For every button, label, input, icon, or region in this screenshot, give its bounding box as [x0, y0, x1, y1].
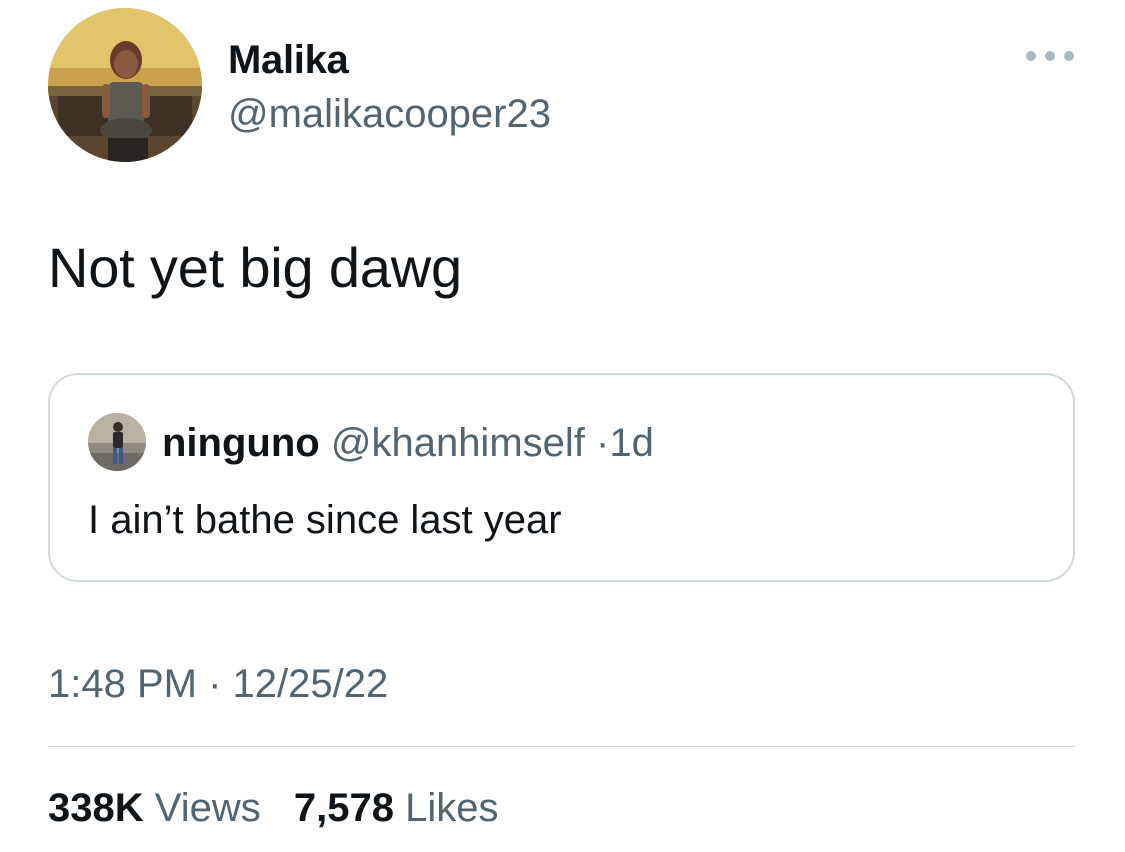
author-avatar-image — [48, 8, 202, 162]
more-horizontal-icon-dot — [1064, 51, 1074, 61]
tweet-text: Not yet big dawg — [48, 236, 462, 299]
views-label: Views — [154, 786, 261, 830]
tweet-time: 1:48 PM — [48, 662, 197, 706]
quoted-tweet-card[interactable]: ninguno @khanhimself ·1d I ain’t bathe s… — [48, 373, 1075, 582]
likes-label[interactable]: Likes — [405, 786, 498, 830]
quoted-tweet-text: I ain’t bathe since last year — [88, 498, 562, 542]
likes-count[interactable]: 7,578 — [294, 786, 394, 830]
quoted-tweet-header: ninguno @khanhimself ·1d — [162, 421, 654, 465]
divider — [48, 746, 1075, 747]
quoted-author-handle[interactable]: @khanhimself — [331, 421, 585, 465]
more-horizontal-icon-dot — [1045, 51, 1055, 61]
views-count: 338K — [48, 786, 144, 830]
author-avatar[interactable] — [48, 8, 202, 162]
author-handle[interactable]: @malikacooper23 — [228, 92, 551, 136]
tweet-date: 12/25/22 — [232, 662, 389, 706]
quoted-tweet-time[interactable]: 1d — [609, 421, 654, 465]
quoted-separator: · — [596, 421, 610, 465]
timestamp-separator: · — [208, 662, 222, 706]
more-horizontal-icon — [1026, 51, 1036, 61]
quoted-author-avatar-image — [88, 413, 146, 471]
tweet-timestamp[interactable]: 1:48 PM · 12/25/22 — [48, 662, 388, 706]
tweet: Malika @malikacooper23 Not yet big dawg … — [0, 0, 1125, 852]
author-name[interactable]: Malika — [228, 38, 349, 82]
quoted-author-name[interactable]: ninguno — [162, 421, 320, 465]
tweet-stats: 338K Views 7,578 Likes — [48, 786, 498, 830]
quoted-author-avatar — [88, 413, 146, 471]
more-options-button[interactable] — [1026, 44, 1074, 68]
